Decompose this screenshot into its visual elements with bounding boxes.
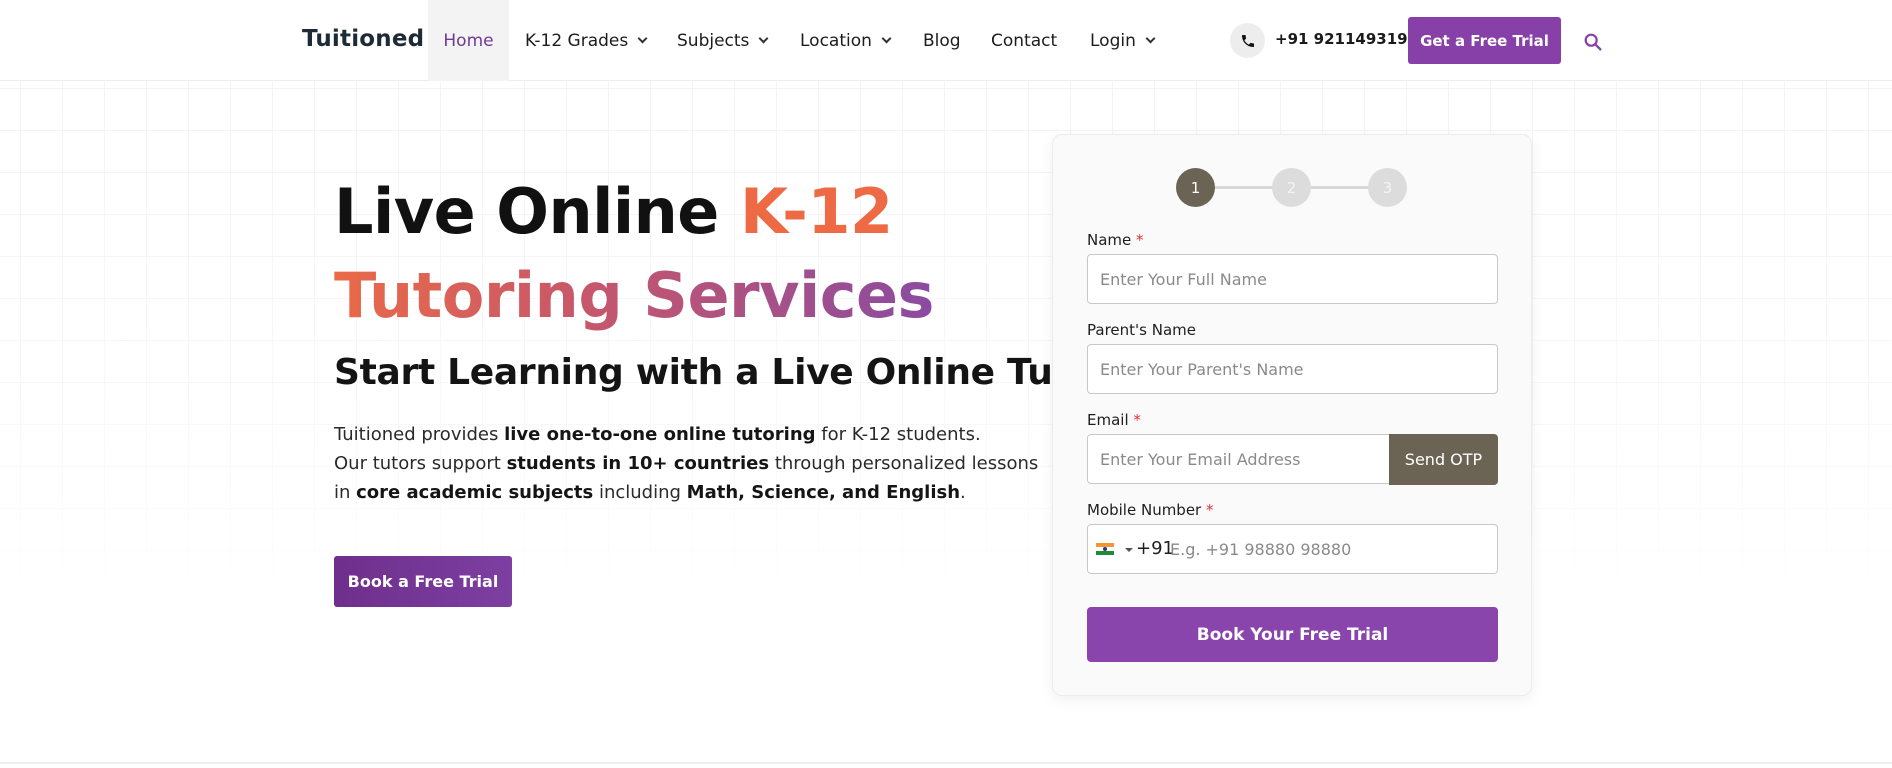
nav-login[interactable]: Login: [1090, 0, 1156, 81]
required-mark: *: [1136, 231, 1144, 249]
text-bold: core academic subjects: [356, 482, 594, 503]
chevron-down-icon: [758, 33, 769, 43]
hero-description: Tuitioned provides live one-to-one onlin…: [334, 420, 1038, 507]
nav-contact-label: Contact: [991, 30, 1058, 51]
stepper-connector: [1215, 186, 1275, 189]
text-segment: through personalized lessons: [769, 453, 1039, 474]
parent-name-label: Parent's Name: [1087, 321, 1196, 339]
mobile-input[interactable]: [1170, 526, 1490, 572]
nav-blog[interactable]: Blog: [923, 0, 961, 81]
site-logo[interactable]: Tuitioned: [302, 26, 424, 52]
nav-contact[interactable]: Contact: [991, 0, 1057, 81]
chevron-down-icon: [881, 33, 892, 43]
name-label: Name *: [1087, 231, 1144, 249]
required-mark: *: [1206, 501, 1214, 519]
book-your-free-trial-button[interactable]: Book Your Free Trial: [1087, 607, 1498, 662]
mobile-field: +91: [1087, 524, 1498, 574]
text-bold: Math, Science, and English: [686, 482, 961, 503]
required-mark: *: [1133, 411, 1141, 429]
step-3: 3: [1368, 168, 1407, 207]
nav-k12-grades-label: K-12 Grades: [525, 30, 629, 51]
chevron-down-icon: [637, 33, 648, 43]
hero-description-line: in core academic subjects including Math…: [334, 478, 1034, 507]
hero-title-part3: Tutoring Services: [334, 259, 934, 332]
name-label-text: Name: [1087, 231, 1132, 249]
site-header: Tuitioned Home K-12 Grades Subjects Loca…: [0, 0, 1892, 81]
text-segment: in: [334, 482, 357, 503]
mobile-label-text: Mobile Number: [1087, 501, 1202, 519]
phone-number[interactable]: +91 9211493190: [1275, 30, 1418, 48]
nav-login-label: Login: [1090, 30, 1136, 51]
text-segment: including: [593, 482, 687, 503]
hero-subtitle: Start Learning with a Live Online Tutor: [334, 352, 1112, 393]
nav-location-label: Location: [800, 30, 872, 51]
india-flag-icon[interactable]: [1096, 543, 1114, 555]
hero-title-part1: Live Online: [334, 175, 740, 248]
step-1: 1: [1176, 168, 1215, 207]
caret-down-icon[interactable]: [1125, 548, 1133, 552]
book-free-trial-button[interactable]: Book a Free Trial: [334, 556, 512, 607]
step-2: 2: [1272, 168, 1311, 207]
hero-title: Live Online K-12 Tutoring Services: [334, 170, 1074, 338]
nav-home-label: Home: [443, 30, 494, 51]
nav-subjects-label: Subjects: [677, 30, 750, 51]
nav-location[interactable]: Location: [800, 0, 892, 81]
email-input[interactable]: [1087, 434, 1390, 484]
dial-code: +91: [1136, 538, 1174, 559]
text-segment: .: [960, 482, 966, 503]
section-divider: [0, 762, 1892, 764]
stepper-connector: [1311, 186, 1371, 189]
send-otp-button[interactable]: Send OTP: [1389, 434, 1498, 485]
text-segment: Tuitioned provides: [334, 424, 505, 445]
nav-subjects[interactable]: Subjects: [677, 0, 769, 81]
nav-blog-label: Blog: [923, 30, 961, 51]
phone-glyph: [1241, 34, 1254, 47]
hero-description-line: Tuitioned provides live one-to-one onlin…: [334, 420, 1034, 449]
parent-name-input[interactable]: [1087, 344, 1498, 394]
phone-icon[interactable]: [1230, 23, 1265, 58]
get-free-trial-button[interactable]: Get a Free Trial: [1408, 17, 1561, 64]
email-label-text: Email: [1087, 411, 1129, 429]
name-input[interactable]: [1087, 254, 1498, 304]
text-bold: live one-to-one online tutoring: [504, 424, 816, 445]
email-label: Email *: [1087, 411, 1141, 429]
text-segment: Our tutors support: [334, 453, 507, 474]
chevron-down-icon: [1145, 33, 1156, 43]
hero-description-line: Our tutors support students in 10+ count…: [334, 449, 1038, 478]
search-icon[interactable]: [1582, 31, 1604, 53]
text-bold: students in 10+ countries: [506, 453, 770, 474]
hero-title-part2: K-12: [739, 175, 893, 248]
mobile-label: Mobile Number *: [1087, 501, 1214, 519]
nav-home[interactable]: Home: [428, 0, 509, 81]
nav-k12-grades[interactable]: K-12 Grades: [525, 0, 648, 81]
text-segment: for K-12 students.: [815, 424, 981, 445]
